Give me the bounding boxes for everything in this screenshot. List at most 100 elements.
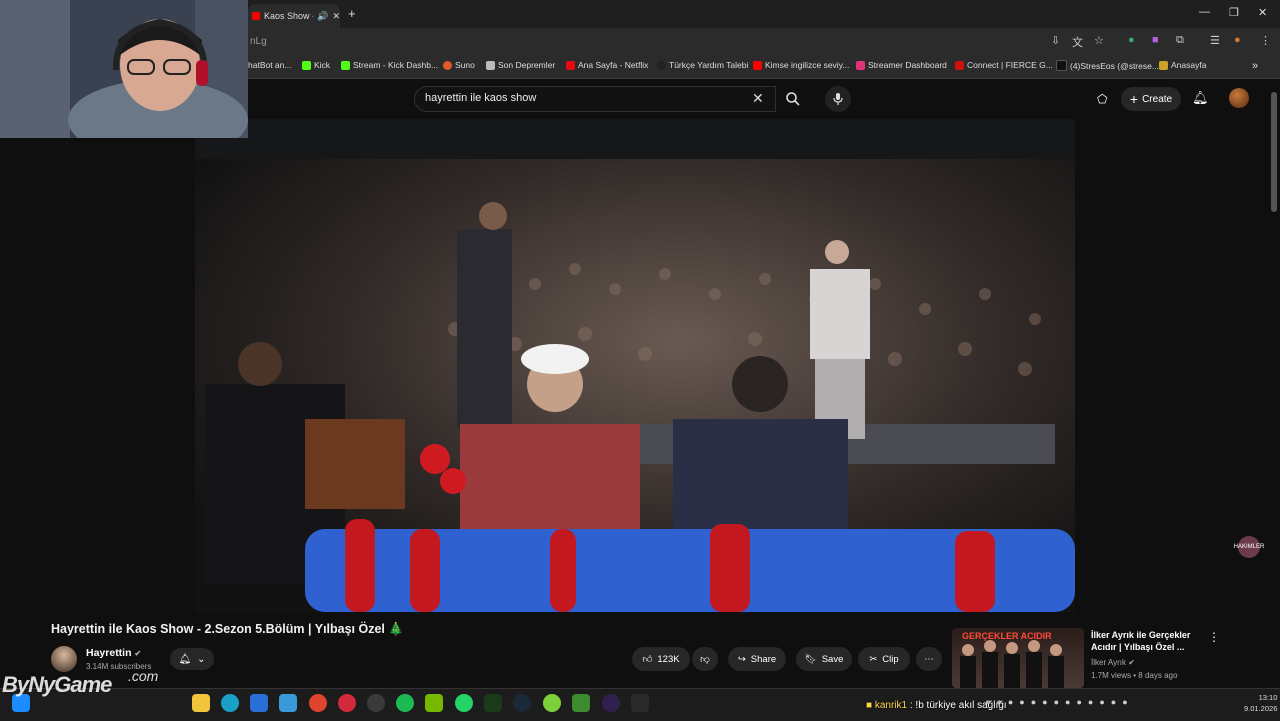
install-icon[interactable]: ⇩ [1051,34,1060,47]
epic-games-icon[interactable] [631,694,649,712]
notifications-bell-icon[interactable]: 🔔︎ [1192,90,1209,106]
chrome-icon[interactable] [309,694,327,712]
browser-tab[interactable]: Kaos Show - 2. 🔊 ✕ [248,4,340,28]
profile-icon[interactable]: ● [1234,34,1241,46]
tab-close-icon[interactable]: ✕ [332,11,340,22]
bookmark-item[interactable]: Stream - Kick Dashb... [341,60,438,70]
video-player[interactable] [195,119,1075,612]
kick-icon [341,60,350,70]
bookmark-label: Son Depremler [498,60,556,70]
share-label: Share [750,653,777,665]
clear-search-icon[interactable]: ✕ [752,90,764,107]
terminal-icon[interactable] [484,694,502,712]
reading-list-icon[interactable]: ☰ [1210,34,1220,47]
bookmark-item[interactable]: Kimse ingilizce seviy... [753,60,849,70]
recommended-meta: 1.7M views • 8 days ago [1091,671,1177,680]
nvidia-icon[interactable] [425,694,443,712]
save-button[interactable]: 🔖︎ Save [796,647,852,671]
menu-icon[interactable]: ⋮ [1260,34,1271,47]
bookmark-label: (4)StresEos (@strese... [1070,60,1159,71]
recommended-thumbnail[interactable]: GERÇEKLER ACIDIR [952,628,1084,688]
app-icon[interactable] [279,694,297,712]
bookmark-item[interactable]: Streamer Dashboard [856,60,947,70]
maximize-button[interactable]: ❐ [1229,6,1239,19]
bookmark-star-icon[interactable]: ☆ [1094,34,1104,47]
tiktok-icon [1056,60,1067,71]
bookmark-item[interactable]: Türkçe Yardım Talebi [657,60,748,70]
recommended-more-icon[interactable]: ⋮ [1208,630,1220,644]
bookmark-item[interactable]: Son Depremler [486,60,555,70]
bookmark-item[interactable]: Connect | FIERCE G... [955,60,1053,70]
recommended-title[interactable]: İlker Ayrık ile Gerçekler Acıdır | Yılba… [1091,629,1206,653]
steam-icon[interactable] [513,694,531,712]
create-button[interactable]: + Create [1121,87,1181,111]
app-icon[interactable] [367,694,385,712]
extension-purple-icon[interactable]: ■ [1152,34,1159,46]
bookmark-label: Anasayfa [1171,60,1207,70]
search-input[interactable]: hayrettin ile kaos show [425,92,536,104]
chevron-down-icon: ⌄ [197,653,206,665]
account-avatar[interactable] [1229,88,1249,108]
create-label: Create [1142,93,1173,105]
file-explorer-icon[interactable] [192,694,210,712]
bookmark-item[interactable]: Anasayfa [1159,60,1206,70]
bookmark-label: Kick [314,60,331,70]
url-text[interactable]: nLg [250,36,267,47]
obs-icon[interactable] [602,694,620,712]
suno-icon [443,60,452,70]
bookmark-item[interactable]: Ana Sayfa - Netflix [566,60,648,70]
webcam-overlay [0,0,248,138]
thumbs-up-icon: 👍︎ [642,654,653,665]
channel-name[interactable]: Hayrettin ✔ [86,647,141,659]
close-window-button[interactable]: ✕ [1258,6,1267,19]
spotify-icon[interactable] [396,694,414,712]
extensions-icon[interactable]: ⧉ [1176,34,1184,47]
minimize-button[interactable]: — [1199,6,1210,18]
tab-audio-icon[interactable]: 🔊 [317,11,328,22]
tab-title: Kaos Show - 2. [264,11,313,21]
netflix-icon [566,60,575,70]
bookmark-label: Kimse ingilizce seviy... [765,60,850,70]
search-button[interactable] [777,86,809,112]
subscription-bell-button[interactable]: 🔔︎ ⌄ [170,648,214,670]
bookmark-item[interactable]: Suno [443,60,475,70]
new-tab-button[interactable]: + [348,6,356,21]
more-actions-button[interactable]: ⋯ [916,647,942,671]
bookmark-item[interactable]: (4)StresEos (@strese... [1056,60,1159,71]
chat-user: kanrik1 [874,700,908,711]
thumbnail-people-image [960,640,1064,688]
whatsapp-icon[interactable] [455,694,473,712]
share-button[interactable]: ↪ Share [728,647,786,671]
tray-icons[interactable]: ●●●●●●●●●●●●● [985,697,1134,707]
dislike-button[interactable]: 👎︎ [692,647,718,671]
bookmark-item[interactable]: hatBot an... [248,60,291,70]
like-button[interactable]: 👍︎ 123K [632,647,690,671]
extension-green-icon[interactable]: ● [1128,34,1135,46]
voice-search-button[interactable] [825,86,851,112]
home-icon [1159,60,1168,70]
clock-date: 9.01.2026 [1244,704,1278,713]
translate-icon[interactable]: 文 [1072,34,1083,50]
video-frame [195,119,1075,612]
system-clock[interactable]: 13:10 9.01.2026 [1244,692,1277,714]
chat-message: : !b türkiye akıl sağlığı [909,700,1007,711]
bookmark-item[interactable]: Kick [302,60,330,70]
minecraft-icon[interactable] [572,694,590,712]
watermark-suffix: .com [128,668,159,684]
edge-icon[interactable] [221,694,239,712]
app-icon[interactable] [543,694,561,712]
thumbs-down-icon: 👎︎ [700,654,710,665]
side-badge-text: HAKIMLER [1233,544,1265,550]
opera-icon[interactable] [338,694,356,712]
bookmark-label: Ana Sayfa - Netflix [578,60,649,70]
microphone-icon [833,93,843,105]
cast-icon[interactable]: ⬠ [1097,92,1107,106]
page-scrollbar[interactable] [1271,92,1277,212]
store-icon[interactable] [250,694,268,712]
bookmarks-overflow-icon[interactable]: » [1252,60,1258,72]
clip-button[interactable]: ✂ Clip [858,647,910,671]
channel-avatar[interactable] [51,646,77,672]
scissors-icon: ✂ [869,653,878,665]
video-title: Hayrettin ile Kaos Show - 2.Sezon 5.Bölü… [51,622,404,636]
streamer-image [0,0,248,138]
